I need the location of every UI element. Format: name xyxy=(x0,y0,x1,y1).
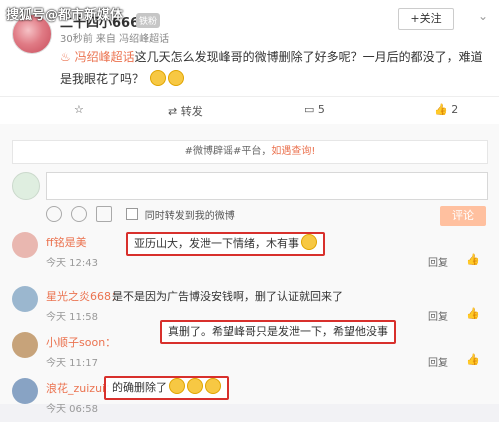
reply-button[interactable]: 回复 xyxy=(428,308,448,323)
like-icon[interactable]: 👍 xyxy=(466,307,480,320)
post-meta: 30秒前 来自 冯绍峰超话 xyxy=(60,34,170,45)
commenter-name[interactable]: 星光之炎668： xyxy=(46,288,122,304)
comment-text: 是不是因为广告博没安钱啊，删了认证就回来了 xyxy=(112,290,343,303)
like-icon[interactable]: 👍 xyxy=(466,253,480,266)
comment-button[interactable]: ▭ 5 xyxy=(304,103,325,116)
comment-time: 今天 06:58 xyxy=(46,404,98,415)
comment-time: 今天 11:17 xyxy=(46,358,98,369)
emoji-icon xyxy=(187,378,203,394)
repost-button[interactable]: ⇄ 转发 xyxy=(168,103,203,119)
rumor-notice: #微博辟谣#平台，如遇查询! xyxy=(12,140,488,164)
emoji-picker-icon[interactable] xyxy=(46,206,62,222)
follow-button[interactable]: +关注 xyxy=(398,8,454,30)
commenter-avatar[interactable] xyxy=(12,286,38,312)
commenter-name[interactable]: 小顺子soon： xyxy=(46,334,116,350)
star-icon: ☆ xyxy=(74,103,84,116)
comment-row: ff铭是美 亚历山大，发泄一下情绪，木有事 今天 12:43 回复 👍 xyxy=(0,232,499,276)
reply-button[interactable]: 回复 xyxy=(428,354,448,369)
emoji-icon xyxy=(205,378,221,394)
repost-checkbox-label: 同时转发到我的微博 xyxy=(144,211,235,222)
image-icon[interactable] xyxy=(96,206,113,222)
notice-link[interactable]: 如遇查询! xyxy=(271,146,315,157)
comment-time: 今天 11:58 xyxy=(46,312,98,323)
comment-time: 今天 12:43 xyxy=(46,258,98,269)
comment-row: 浪花_zuizui： 的确删除了 今天 06:58 xyxy=(0,376,499,422)
post-actions: ☆ ⇄ 转发 ▭ 5 👍 2 xyxy=(0,96,499,123)
commenter-avatar[interactable] xyxy=(12,332,38,358)
like-icon[interactable]: 👍 xyxy=(466,353,480,366)
commenter-avatar[interactable] xyxy=(12,378,38,404)
like-button[interactable]: 👍 2 xyxy=(434,103,458,116)
weibo-post-card: 搜狐号@都市新媒体 二十四小666 铁粉 30秒前 来自 冯绍峰超话 +关注 ⌄… xyxy=(0,0,499,415)
topic-tag[interactable]: 冯绍峰超话 xyxy=(75,50,135,64)
fire-icon: ♨ xyxy=(60,50,71,64)
reply-button[interactable]: 回复 xyxy=(428,254,448,269)
comment-row: 小顺子soon： 真删了。希望峰哥只是发泄一下，希望他没事 今天 11:17 回… xyxy=(0,320,499,376)
watermark: 搜狐号@都市新媒体 xyxy=(6,8,124,23)
composer-tools: 同时转发到我的微博 xyxy=(46,206,235,222)
commenter-avatar[interactable] xyxy=(12,232,38,258)
emoji-icon xyxy=(167,70,184,86)
post-body: ♨ 冯绍峰超话这几天怎么发现峰哥的微博删除了好多呢？一月后的都没了，难道是我眼花… xyxy=(60,46,490,90)
thumbs-up-icon: 👍 xyxy=(434,103,448,116)
repost-icon: ⇄ xyxy=(168,105,178,118)
my-avatar xyxy=(12,172,40,200)
favorite-button[interactable]: ☆ xyxy=(74,103,84,116)
gif-icon[interactable] xyxy=(71,206,88,222)
highlighted-comment: 真删了。希望峰哥只是发泄一下，希望他没事 xyxy=(160,320,396,344)
comment-icon: ▭ xyxy=(304,103,315,116)
commenter-name[interactable]: ff铭是美 xyxy=(46,234,87,250)
comment-input[interactable] xyxy=(46,172,488,200)
emoji-icon xyxy=(169,378,185,394)
emoji-icon xyxy=(149,70,166,86)
highlighted-comment: 亚历山大，发泄一下情绪，木有事 xyxy=(126,232,325,256)
submit-comment-button[interactable]: 评论 xyxy=(440,206,486,226)
highlighted-comment: 的确删除了 xyxy=(104,376,229,400)
chevron-down-icon[interactable]: ⌄ xyxy=(478,9,488,23)
fan-badge: 铁粉 xyxy=(136,13,161,28)
emoji-icon xyxy=(301,234,317,250)
repost-checkbox[interactable] xyxy=(125,208,138,220)
